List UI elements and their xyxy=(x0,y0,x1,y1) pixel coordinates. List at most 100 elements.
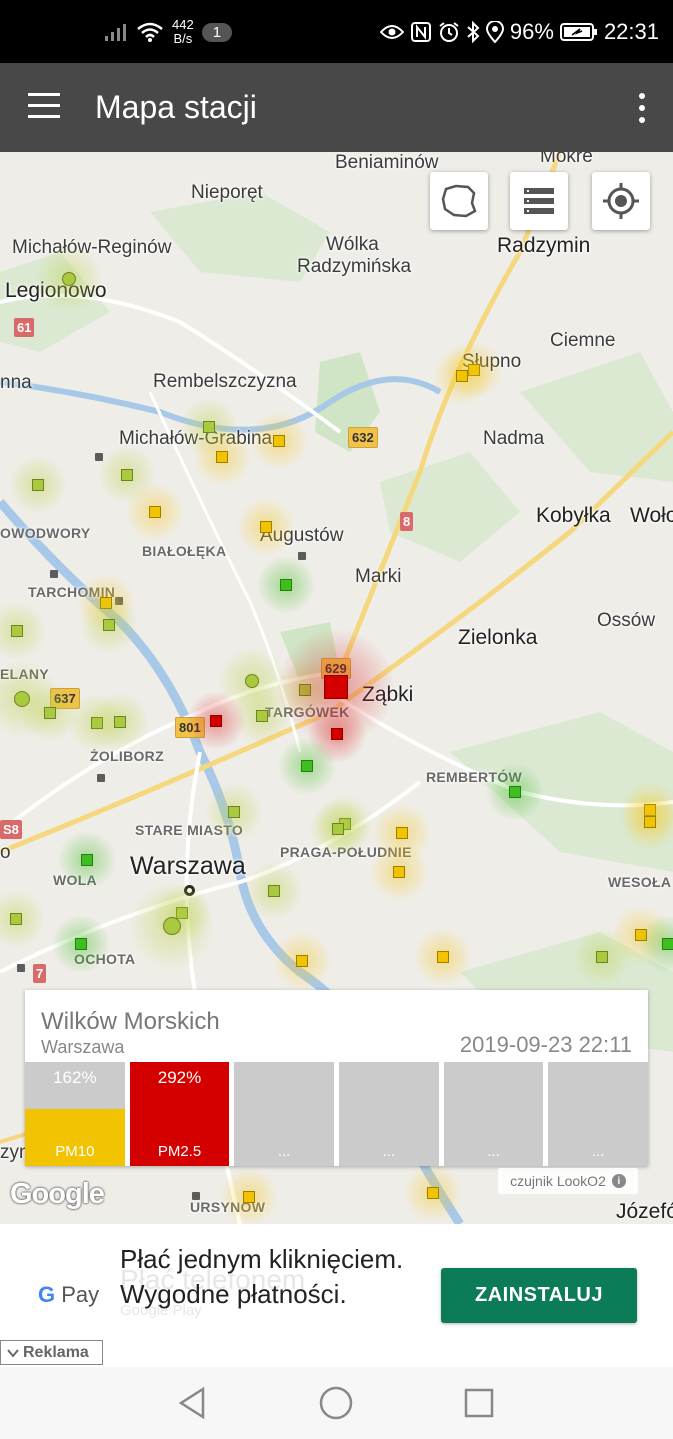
place-label: Radzymińska xyxy=(297,256,412,277)
crosshair-location-icon xyxy=(603,183,639,219)
station-marker[interactable] xyxy=(75,938,87,950)
chevron-down-icon xyxy=(7,1348,19,1358)
warszawa-capital-marker xyxy=(184,885,195,896)
station-marker[interactable] xyxy=(81,854,93,866)
place-label: Marki xyxy=(355,566,402,587)
install-button[interactable]: ZAINSTALUJ xyxy=(441,1268,637,1323)
place-label: Michałów-Grabina xyxy=(119,428,273,449)
station-name: Wilków Morskich xyxy=(41,1008,220,1035)
station-marker[interactable] xyxy=(114,716,126,728)
station-marker[interactable] xyxy=(32,479,44,491)
station-marker[interactable] xyxy=(44,707,56,719)
station-city: Warszawa xyxy=(41,1037,125,1057)
net-speed: 442 B/s xyxy=(172,18,194,46)
station-marker[interactable] xyxy=(427,1187,439,1199)
place-label: BIAŁOŁĘKA xyxy=(142,543,227,559)
bar-label: PM10 xyxy=(55,1143,95,1160)
station-info-card[interactable]: Wilków Morskich Warszawa 2019-09-23 22:1… xyxy=(25,990,649,1166)
info-icon[interactable]: i xyxy=(611,1174,626,1188)
station-marker[interactable] xyxy=(296,955,308,967)
station-marker[interactable] xyxy=(203,421,215,433)
station-list-button[interactable] xyxy=(510,172,568,230)
home-circle-icon[interactable] xyxy=(318,1385,354,1421)
system-nav-bar xyxy=(0,1367,673,1439)
station-marker[interactable] xyxy=(256,710,268,722)
station-marker[interactable] xyxy=(396,827,408,839)
station-marker[interactable] xyxy=(62,272,76,286)
station-marker[interactable] xyxy=(509,786,521,798)
station-marker[interactable] xyxy=(644,804,656,816)
sensor-source-badge[interactable]: czujnik LookO2 i xyxy=(498,1168,638,1194)
pollutant-bar[interactable]: ... xyxy=(548,1062,649,1166)
my-location-button[interactable] xyxy=(592,172,650,230)
google-pay-logo: G Pay xyxy=(38,1282,99,1308)
place-label: Michałów-Reginów xyxy=(12,237,172,258)
place-label: OWODWORY xyxy=(0,525,91,541)
station-marker[interactable] xyxy=(635,929,647,941)
station-marker[interactable] xyxy=(280,579,292,591)
station-marker[interactable] xyxy=(121,469,133,481)
station-marker[interactable] xyxy=(324,675,348,699)
back-triangle-icon[interactable] xyxy=(175,1385,211,1421)
station-marker[interactable] xyxy=(176,907,188,919)
road-shield: 8 xyxy=(400,512,414,531)
place-label: Warszawa xyxy=(130,852,246,880)
pollutant-bar[interactable]: ... xyxy=(234,1062,335,1166)
place-label: Zielonka xyxy=(458,626,538,649)
station-marker[interactable] xyxy=(437,951,449,963)
station-marker[interactable] xyxy=(644,816,656,828)
list-icon xyxy=(524,188,554,214)
ad-label[interactable]: Reklama xyxy=(0,1340,103,1365)
place-label: nna xyxy=(0,372,32,393)
alarm-icon xyxy=(439,22,459,42)
wifi-icon xyxy=(137,22,163,42)
station-marker[interactable] xyxy=(596,951,608,963)
pollutant-bar[interactable]: 162% PM10 xyxy=(25,1062,125,1166)
place-label: Radzymin xyxy=(497,234,591,257)
battery-icon xyxy=(559,23,597,41)
poland-region-button[interactable] xyxy=(430,172,488,230)
station-marker[interactable] xyxy=(299,684,311,696)
hamburger-menu-icon[interactable] xyxy=(28,93,60,119)
station-marker[interactable] xyxy=(456,370,468,382)
station-marker[interactable] xyxy=(216,451,228,463)
station-marker[interactable] xyxy=(393,866,405,878)
bluetooth-icon xyxy=(467,21,480,43)
station-marker[interactable] xyxy=(260,521,272,533)
station-marker[interactable] xyxy=(331,728,343,740)
station-marker[interactable] xyxy=(100,597,112,609)
station-marker[interactable] xyxy=(210,715,222,727)
road-shield: 632 xyxy=(348,427,378,448)
pollutant-bar[interactable]: ... xyxy=(443,1062,544,1166)
net-speed-unit: B/s xyxy=(173,31,193,46)
station-marker[interactable] xyxy=(468,364,480,376)
station-marker[interactable] xyxy=(301,760,313,772)
pollutant-bars: 162% PM10 292% PM2.5 ... ... ... ... xyxy=(25,1062,649,1166)
station-marker[interactable] xyxy=(10,913,22,925)
station-marker[interactable] xyxy=(163,917,181,935)
station-marker[interactable] xyxy=(268,885,280,897)
place-label: Kobyłka xyxy=(536,504,611,527)
town-dot xyxy=(50,570,58,578)
station-marker[interactable] xyxy=(273,435,285,447)
place-label: Legionowo xyxy=(5,279,107,302)
station-marker[interactable] xyxy=(662,938,673,950)
station-marker[interactable] xyxy=(11,625,23,637)
station-marker[interactable] xyxy=(245,674,259,688)
station-marker[interactable] xyxy=(103,619,115,631)
pollutant-bar[interactable]: ... xyxy=(339,1062,439,1166)
station-marker[interactable] xyxy=(14,691,30,707)
station-marker[interactable] xyxy=(228,806,240,818)
recents-square-icon[interactable] xyxy=(461,1385,497,1421)
ad-label-text: Reklama xyxy=(23,1343,89,1361)
bar-label: ... xyxy=(487,1143,500,1160)
station-marker[interactable] xyxy=(91,717,103,729)
bar-label: ... xyxy=(382,1143,396,1160)
more-options-icon[interactable] xyxy=(637,93,647,123)
station-marker[interactable] xyxy=(243,1191,255,1203)
ad-banner[interactable]: G Pay Płać telefonem Google Play Płać je… xyxy=(0,1224,673,1367)
station-marker[interactable] xyxy=(332,823,344,835)
pollutant-bar[interactable]: 292% PM2.5 xyxy=(129,1062,230,1166)
sensor-source-label: czujnik LookO2 xyxy=(510,1173,606,1189)
station-marker[interactable] xyxy=(149,506,161,518)
